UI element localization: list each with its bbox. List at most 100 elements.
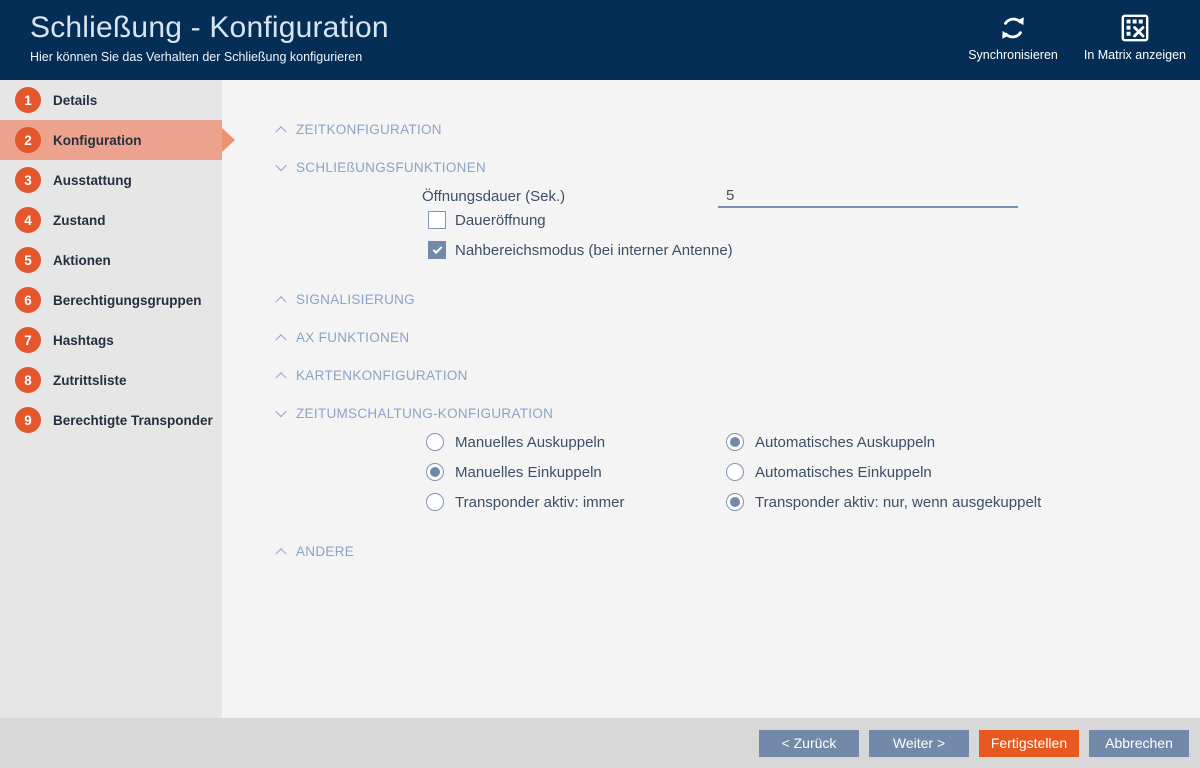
section-ax-funktionen[interactable]: AX FUNKTIONEN — [222, 327, 1200, 347]
radio-unselected-icon[interactable] — [726, 463, 744, 481]
radio-manuelles-einkuppeln[interactable]: Manuelles Einkuppeln — [426, 457, 726, 487]
sidebar-item-label: Hashtags — [53, 332, 114, 348]
chevron-up-icon — [275, 126, 287, 138]
sidebar-item-zutrittsliste[interactable]: 8 Zutrittsliste — [0, 360, 222, 400]
sidebar-item-konfiguration[interactable]: 2 Konfiguration — [0, 120, 235, 160]
page-title: Schließung - Konfiguration — [30, 11, 389, 44]
step-number: 8 — [15, 367, 41, 393]
section-label: SIGNALISIERUNG — [296, 291, 415, 307]
synchronize-label: Synchronisieren — [968, 48, 1058, 62]
radio-selected-icon[interactable] — [726, 433, 744, 451]
checkbox-checked-icon[interactable] — [428, 241, 446, 259]
zeitumschaltung-options: Manuelles Auskuppeln Automatisches Ausku… — [222, 427, 1200, 517]
step-number: 7 — [15, 327, 41, 353]
sidebar-item-hashtags[interactable]: 7 Hashtags — [0, 320, 222, 360]
section-zeitkonfiguration[interactable]: ZEITKONFIGURATION — [222, 119, 1200, 139]
radio-label: Automatisches Auskuppeln — [755, 433, 936, 451]
chevron-down-icon — [275, 159, 287, 172]
section-label: AX FUNKTIONEN — [296, 329, 410, 345]
daueroeffnung-checkbox-row[interactable]: Daueröffnung — [222, 208, 1200, 232]
radio-unselected-icon[interactable] — [426, 433, 444, 451]
section-schliessungsfunktionen[interactable]: SCHLIEßUNGSFUNKTIONEN — [222, 157, 1200, 177]
step-number: 1 — [15, 87, 41, 113]
radio-unselected-icon[interactable] — [426, 493, 444, 511]
section-label: KARTENKONFIGURATION — [296, 367, 468, 383]
nahbereichsmodus-checkbox-row[interactable]: Nahbereichsmodus (bei interner Antenne) — [222, 238, 1200, 262]
radio-label: Transponder aktiv: immer — [455, 493, 625, 511]
section-label: ZEITUMSCHALTUNG-KONFIGURATION — [296, 405, 554, 421]
synchronize-button[interactable]: Synchronisieren — [968, 12, 1058, 62]
section-kartenkonfiguration[interactable]: KARTENKONFIGURATION — [222, 365, 1200, 385]
cancel-button[interactable]: Abbrechen — [1089, 729, 1189, 757]
chevron-up-icon — [275, 372, 287, 384]
radio-selected-icon[interactable] — [726, 493, 744, 511]
chevron-up-icon — [275, 334, 287, 346]
sidebar-item-ausstattung[interactable]: 3 Ausstattung — [0, 160, 222, 200]
section-label: ZEITKONFIGURATION — [296, 121, 442, 137]
chevron-down-icon — [275, 405, 287, 418]
sidebar-item-label: Zutrittsliste — [53, 372, 127, 388]
section-zeitumschaltung-konfiguration[interactable]: ZEITUMSCHALTUNG-KONFIGURATION — [222, 403, 1200, 423]
radio-transponder-aktiv-ausgekuppelt[interactable]: Transponder aktiv: nur, wenn ausgekuppel… — [726, 487, 1200, 517]
next-button[interactable]: Weiter > — [869, 729, 969, 757]
checkbox-label: Daueröffnung — [455, 211, 546, 229]
footer-toolbar: < Zurück Weiter > Fertigstellen Abbreche… — [0, 718, 1200, 768]
radio-manuelles-auskuppeln[interactable]: Manuelles Auskuppeln — [426, 427, 726, 457]
config-panel: ZEITKONFIGURATION SCHLIEßUNGSFUNKTIONEN … — [222, 80, 1200, 718]
radio-automatisches-einkuppeln[interactable]: Automatisches Einkuppeln — [726, 457, 1200, 487]
oeffnungsdauer-row: Öffnungsdauer (Sek.) — [222, 184, 1200, 208]
radio-automatisches-auskuppeln[interactable]: Automatisches Auskuppeln — [726, 427, 1200, 457]
radio-label: Manuelles Einkuppeln — [455, 463, 602, 481]
sidebar-item-label: Aktionen — [53, 252, 111, 268]
radio-label: Transponder aktiv: nur, wenn ausgekuppel… — [755, 493, 1042, 511]
section-signalisierung[interactable]: SIGNALISIERUNG — [222, 289, 1200, 309]
oeffnungsdauer-input[interactable] — [718, 187, 1018, 208]
sidebar-item-label: Zustand — [53, 212, 106, 228]
sidebar-item-label: Berechtigte Transponder — [53, 412, 213, 428]
section-label: ANDERE — [296, 543, 355, 559]
step-number: 4 — [15, 207, 41, 233]
sidebar-item-label: Details — [53, 92, 98, 108]
radio-selected-icon[interactable] — [426, 463, 444, 481]
active-step-arrow — [222, 128, 235, 152]
wizard-sidebar: 1 Details 2 Konfiguration 3 Ausstattung … — [0, 80, 235, 718]
chevron-up-icon — [275, 296, 287, 308]
sidebar-item-details[interactable]: 1 Details — [0, 80, 222, 120]
radio-dot — [730, 437, 740, 447]
show-in-matrix-label: In Matrix anzeigen — [1083, 48, 1186, 62]
radio-transponder-aktiv-immer[interactable]: Transponder aktiv: immer — [426, 487, 726, 517]
radio-dot — [430, 467, 440, 477]
header-actions: Synchronisieren In Matrix anzeigen — [968, 0, 1200, 80]
step-number: 9 — [15, 407, 41, 433]
sidebar-item-label: Ausstattung — [53, 172, 132, 188]
finish-button[interactable]: Fertigstellen — [979, 729, 1079, 757]
sidebar-item-berechtigungsgruppen[interactable]: 6 Berechtigungsgruppen — [0, 280, 222, 320]
page-subtitle: Hier können Sie das Verhalten der Schlie… — [30, 50, 363, 64]
chevron-up-icon — [275, 548, 287, 560]
checkbox-label: Nahbereichsmodus (bei interner Antenne) — [455, 241, 733, 259]
checkbox-unchecked-icon[interactable] — [428, 211, 446, 229]
radio-label: Manuelles Auskuppeln — [455, 433, 606, 451]
section-andere[interactable]: ANDERE — [222, 541, 1200, 561]
body: 1 Details 2 Konfiguration 3 Ausstattung … — [0, 80, 1200, 718]
step-number: 5 — [15, 247, 41, 273]
window: Schließung - Konfiguration Hier können S… — [0, 0, 1200, 768]
sync-icon — [998, 12, 1028, 44]
step-number: 3 — [15, 167, 41, 193]
radio-label: Automatisches Einkuppeln — [755, 463, 932, 481]
sidebar-item-berechtigte-transponder[interactable]: 9 Berechtigte Transponder — [0, 400, 222, 440]
header-text: Schließung - Konfiguration Hier können S… — [0, 0, 389, 80]
step-number: 6 — [15, 287, 41, 313]
radio-dot — [730, 497, 740, 507]
check-icon — [432, 243, 442, 254]
show-in-matrix-button[interactable]: In Matrix anzeigen — [1084, 12, 1186, 62]
sidebar-item-label: Konfiguration — [53, 132, 142, 148]
sidebar-item-label: Berechtigungsgruppen — [53, 292, 202, 308]
sidebar-item-aktionen[interactable]: 5 Aktionen — [0, 240, 222, 280]
section-label: SCHLIEßUNGSFUNKTIONEN — [296, 159, 487, 175]
sidebar-item-zustand[interactable]: 4 Zustand — [0, 200, 222, 240]
step-number: 2 — [15, 127, 41, 153]
back-button[interactable]: < Zurück — [759, 729, 859, 757]
matrix-icon — [1120, 12, 1150, 44]
oeffnungsdauer-label: Öffnungsdauer (Sek.) — [422, 188, 566, 205]
